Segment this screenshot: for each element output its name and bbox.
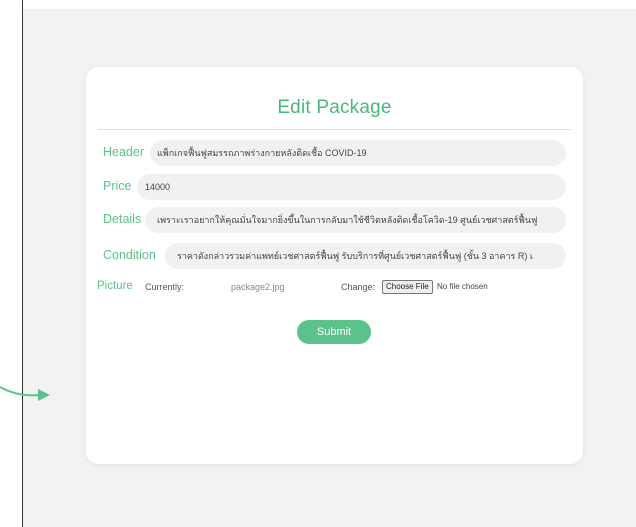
no-file-status: No file chosen (437, 282, 488, 291)
condition-input[interactable]: ราคาดังกล่าวรวมค่าแพทย์เวชศาสตร์ฟื้นฟู ร… (165, 243, 566, 269)
left-divider (22, 0, 23, 527)
condition-row: Condition ราคาดังกล่าวรวมค่าแพทย์เวชศาสต… (103, 243, 566, 269)
choose-file-button[interactable]: Choose File (382, 280, 433, 294)
condition-label: Condition (103, 248, 156, 262)
details-row: Details เพราะเราอยากให้คุณมั่นใจมากยิ่งข… (103, 207, 566, 233)
header-input[interactable]: แพ็กเกจฟื้นฟูสมรรถภาพร่างกายหลังติดเชื้อ… (150, 140, 566, 166)
header-row: Header แพ็กเกจฟื้นฟูสมรรถภาพร่างกายหลังต… (103, 140, 566, 166)
details-input[interactable]: เพราะเราอยากให้คุณมั่นใจมากยิ่งขึ้นในการ… (145, 207, 566, 233)
price-input[interactable]: 14000 (137, 174, 566, 200)
currently-label: Currently: (145, 282, 185, 292)
price-label: Price (103, 179, 132, 193)
picture-row: Picture Currently: package2.jpg Change: … (97, 280, 577, 296)
picture-label: Picture (97, 280, 133, 292)
page-title: Edit Package (277, 97, 392, 118)
arrow-right-icon (0, 386, 50, 401)
submit-button[interactable]: Submit (297, 320, 371, 344)
header-label: Header (103, 145, 144, 159)
edit-package-card: Edit Package Header แพ็กเกจฟื้นฟูสมรรถภา… (86, 67, 583, 464)
title-divider (98, 129, 571, 130)
change-label: Change: (341, 282, 376, 292)
details-label: Details (103, 212, 142, 226)
price-row: Price 14000 (103, 174, 566, 200)
current-file-link[interactable]: package2.jpg (231, 282, 285, 292)
